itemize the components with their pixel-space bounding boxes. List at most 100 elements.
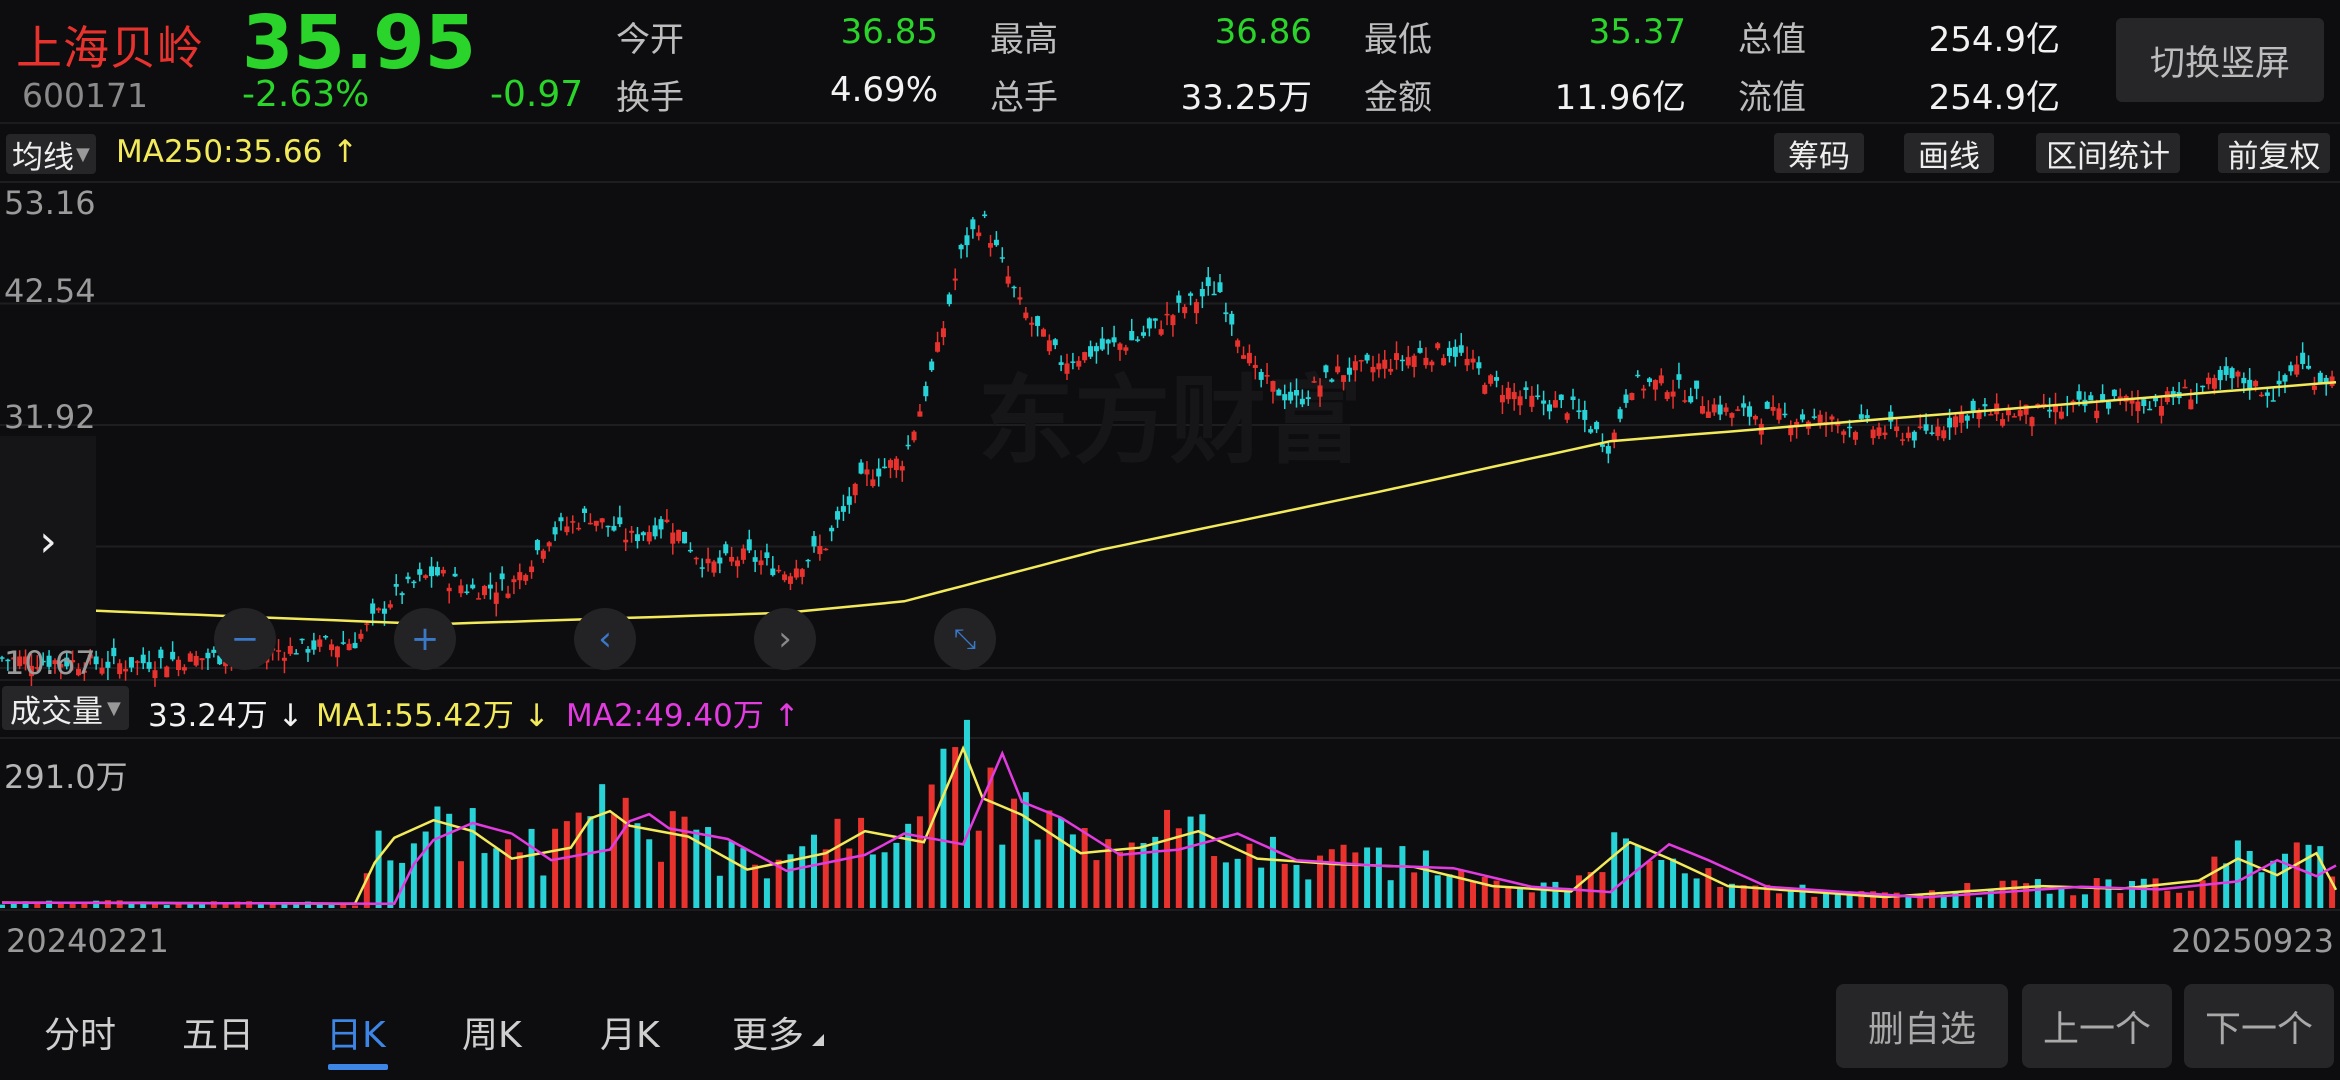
candle-body (605, 525, 611, 528)
candle-body (329, 644, 335, 651)
candle-body (1346, 367, 1352, 375)
candle-body (646, 532, 652, 542)
candle-body (1411, 355, 1417, 367)
volume-bar (2234, 840, 2241, 908)
candle-body (2135, 401, 2141, 412)
volume-bar (716, 875, 723, 908)
candle-body (164, 666, 170, 678)
candle-body (158, 649, 164, 659)
volume-selector-tab[interactable]: 成交量 ▼ (2, 686, 129, 730)
volume-bar (1517, 887, 1524, 908)
candle-body (1629, 393, 1635, 401)
candle-body (299, 638, 305, 641)
candle-body (2211, 378, 2217, 389)
candle-body (376, 608, 382, 611)
candle-body (723, 544, 729, 554)
candle-body (935, 342, 941, 352)
period-tab[interactable]: 五日 (182, 1006, 254, 1058)
prev-stock-button[interactable]: 上一个 (2022, 984, 2172, 1068)
volume-bar (2246, 850, 2253, 908)
volume-bar (1293, 864, 1300, 908)
candle-body (1270, 381, 1276, 392)
candle-body (1852, 432, 1858, 440)
candle-body (852, 483, 858, 496)
candle-body (1858, 414, 1864, 419)
volume-bar (740, 848, 747, 908)
remove-watchlist-button[interactable]: 删自选 (1836, 984, 2008, 1068)
candle-body (1311, 381, 1317, 383)
candle-body (1488, 375, 1494, 384)
volume-bar (622, 797, 629, 908)
candle-body (1405, 357, 1411, 366)
candle-body (1670, 391, 1676, 397)
candle-body (576, 527, 582, 530)
candle-body (905, 444, 911, 447)
candle-body (1076, 360, 1082, 367)
volume-bar (1340, 844, 1347, 908)
expand-sidebar-handle[interactable]: › (0, 436, 96, 646)
candle-body (2270, 400, 2276, 402)
zoom-in-button[interactable]: + (394, 608, 456, 670)
volume-bar (1211, 856, 1218, 908)
candle-body (2264, 392, 2270, 396)
candle-body (988, 243, 994, 248)
candle-body (1264, 374, 1270, 377)
candle-body (276, 650, 282, 652)
candle-body (599, 518, 605, 523)
candle-body (1764, 401, 1770, 409)
volume-bar (1646, 860, 1653, 908)
candle-body (752, 557, 758, 562)
candle-body (1352, 361, 1358, 371)
candle-body (1535, 395, 1541, 397)
volume-bar (1128, 842, 1135, 908)
volume-bar (1034, 839, 1041, 908)
volume-bar (1022, 792, 1029, 908)
candle-body (1364, 354, 1370, 361)
candle-body (1211, 293, 1217, 296)
period-tab[interactable]: 月K (600, 1006, 660, 1058)
candle-body (1399, 359, 1405, 362)
pan-right-button[interactable]: › (754, 608, 816, 670)
next-stock-button[interactable]: 下一个 (2184, 984, 2334, 1068)
candle-body (593, 520, 599, 526)
volume-bar (2093, 878, 2100, 908)
candle-body (323, 636, 329, 638)
period-tab[interactable]: 更多 (732, 1006, 804, 1058)
candle-body (2317, 372, 2323, 383)
candle-body (2253, 380, 2259, 387)
period-tab[interactable]: 周K (462, 1006, 522, 1058)
candle-body (970, 219, 976, 230)
candle-body (1482, 384, 1488, 394)
candle-body (1035, 316, 1041, 326)
candle-body (2005, 410, 2011, 416)
period-tab[interactable]: 日K (326, 1006, 386, 1058)
volume-bar (1681, 873, 1688, 908)
collapse-button[interactable]: ⤡ (934, 608, 996, 670)
candle-body (2141, 399, 2147, 407)
period-tab[interactable]: 分时 (44, 1006, 116, 1058)
volume-bar (128, 903, 135, 908)
candle-body (1070, 361, 1076, 363)
candle-body (1064, 363, 1070, 374)
volume-bar (905, 823, 912, 908)
kline-chart[interactable]: 东方财富 (0, 0, 2340, 1080)
volume-bar (1611, 832, 1618, 908)
candle-body (1305, 397, 1311, 400)
volume-bar (1658, 859, 1665, 908)
volume-bar (528, 828, 535, 908)
candle-body (658, 519, 664, 530)
volume-bar (1952, 891, 1959, 908)
volume-bar (669, 811, 676, 908)
volume-bar (869, 854, 876, 908)
zoom-out-button[interactable]: − (214, 608, 276, 670)
volume-bar (2011, 880, 2018, 908)
candle-body (846, 496, 852, 505)
candle-body (735, 560, 741, 567)
candle-body (1658, 375, 1664, 384)
candle-body (882, 466, 888, 469)
volume-bar (1634, 845, 1641, 908)
volume-bar (928, 784, 935, 908)
candle-body (1841, 431, 1847, 435)
candle-body (546, 542, 552, 547)
pan-left-button[interactable]: ‹ (574, 608, 636, 670)
